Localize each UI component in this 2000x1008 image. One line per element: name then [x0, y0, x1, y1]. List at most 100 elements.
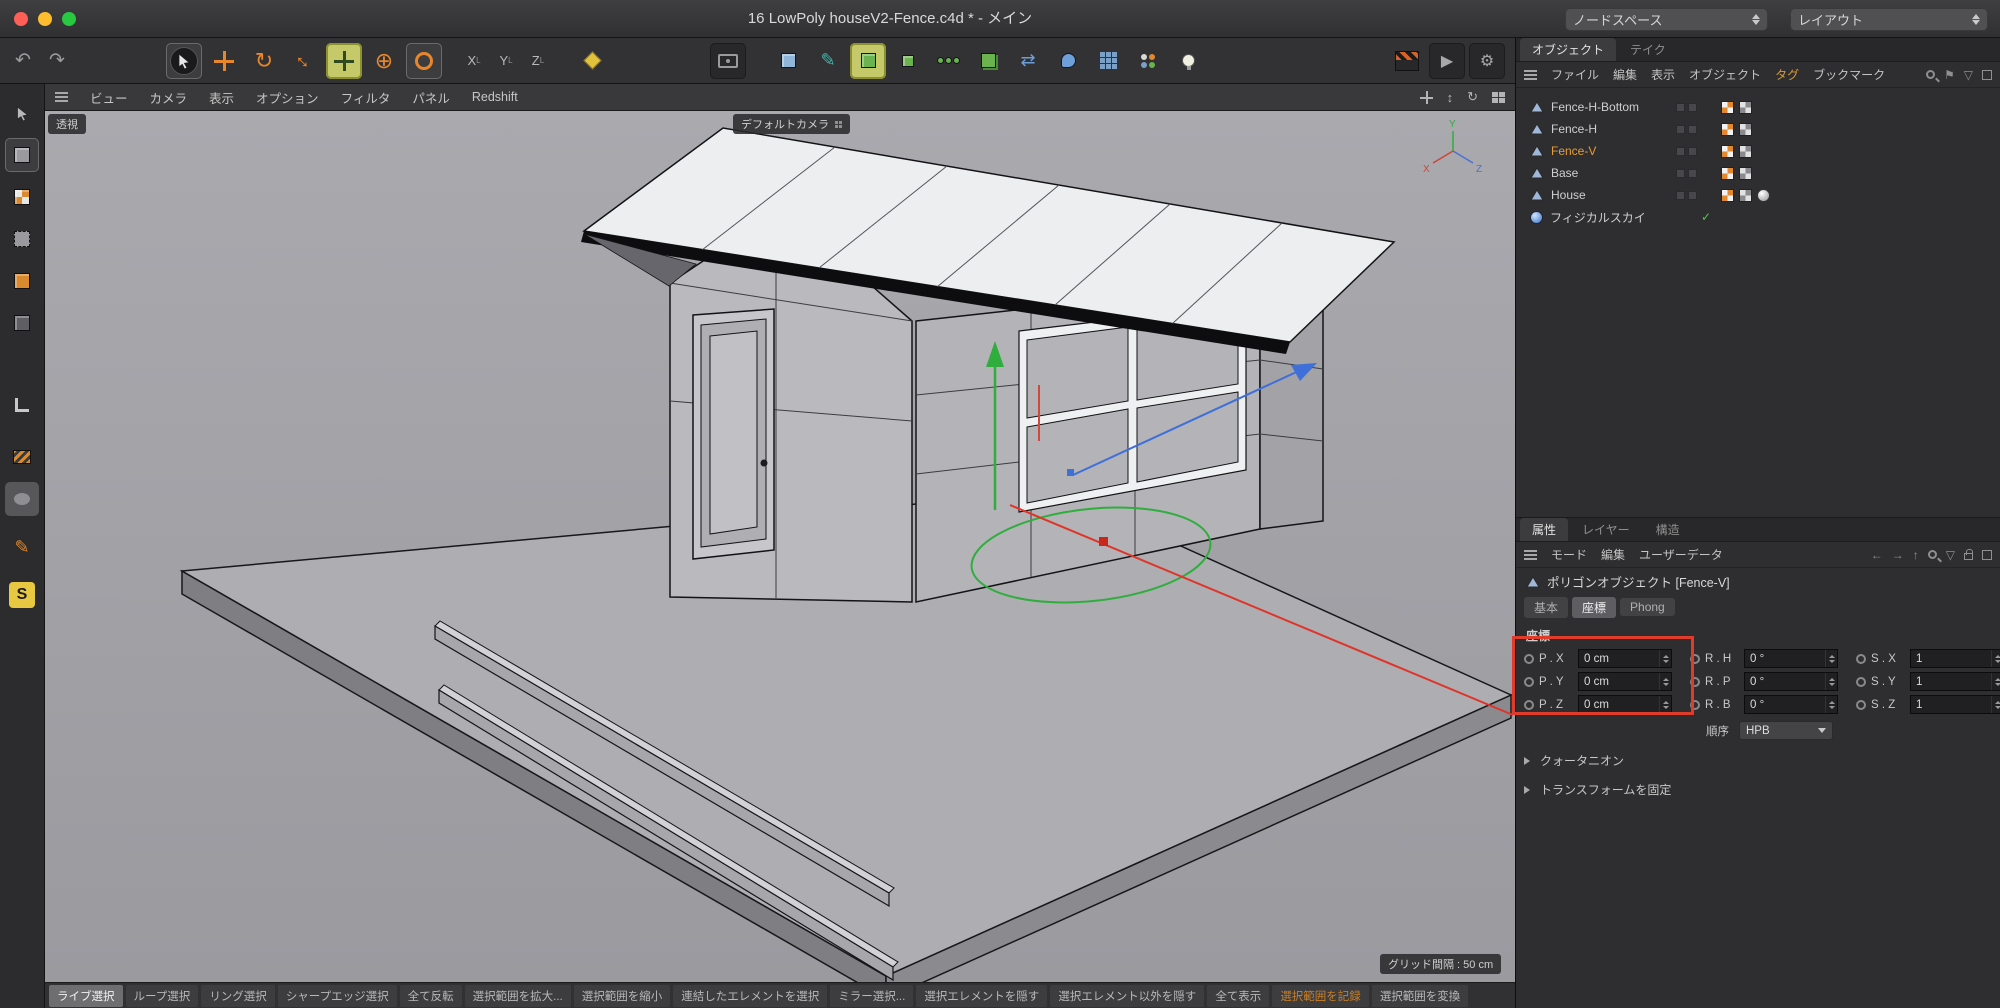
- modeling-cluster-button[interactable]: [930, 43, 966, 79]
- parent-up-icon[interactable]: ↑: [1913, 548, 1919, 562]
- stepper-icon[interactable]: [1825, 673, 1837, 690]
- fields-button[interactable]: ⇄: [1010, 43, 1046, 79]
- tag-icons[interactable]: [1721, 167, 1752, 180]
- cmd-loop-selection[interactable]: ループ選択: [126, 985, 199, 1007]
- om-menu-edit[interactable]: 編集: [1613, 66, 1637, 83]
- object-row-physical-sky[interactable]: フィジカルスカイ ✓: [1516, 206, 2000, 228]
- stepper-icon[interactable]: [1659, 673, 1671, 690]
- dolly-view-icon[interactable]: ↕: [1447, 90, 1454, 105]
- sel-tag-icon[interactable]: [1739, 145, 1752, 158]
- visibility-dots[interactable]: [1676, 191, 1697, 200]
- search-icon[interactable]: [1928, 550, 1937, 559]
- tab-structure[interactable]: 構造: [1644, 518, 1692, 541]
- material-tag-icon[interactable]: [1757, 189, 1770, 202]
- vp-menu-filter[interactable]: フィルタ: [341, 88, 391, 107]
- enabled-check-icon[interactable]: ✓: [1701, 210, 1711, 224]
- keyframe-circle-icon[interactable]: [1524, 700, 1534, 710]
- uvw-tag-icon[interactable]: [1721, 123, 1734, 136]
- cmd-hide-unselected[interactable]: 選択エレメント以外を隠す: [1050, 985, 1204, 1007]
- generator-button[interactable]: [890, 43, 926, 79]
- cmd-sharp-edge-selection[interactable]: シャープエッジ選択: [278, 985, 397, 1007]
- camera-badge-handle-icon[interactable]: [835, 121, 842, 128]
- om-menu-tags[interactable]: タグ: [1775, 66, 1799, 83]
- y-axis-lock-button[interactable]: YL: [492, 47, 520, 75]
- cmd-show-all[interactable]: 全て表示: [1207, 985, 1269, 1007]
- tab-takes[interactable]: テイク: [1618, 38, 1678, 61]
- uvw-tag-icon[interactable]: [1721, 101, 1734, 114]
- cmd-live-selection[interactable]: ライブ選択: [49, 985, 123, 1007]
- rotation-order-select[interactable]: HPB: [1739, 721, 1833, 740]
- vp-menu-display[interactable]: 表示: [209, 88, 234, 107]
- sel-tag-icon[interactable]: [1739, 167, 1752, 180]
- stepper-icon[interactable]: [1659, 696, 1671, 713]
- visibility-dots[interactable]: [1676, 169, 1697, 178]
- keyframe-circle-icon[interactable]: [1690, 654, 1700, 664]
- spline-pen-button[interactable]: ✎: [810, 43, 846, 79]
- viewport-canvas[interactable]: Y X Z 透視 デフォルトカメラ グリッド間隔 : 50 cm: [45, 111, 1515, 982]
- visibility-dots[interactable]: [1676, 103, 1697, 112]
- cmd-convert-selection[interactable]: 選択範囲を変換: [1372, 985, 1469, 1007]
- subtab-coordinates[interactable]: 座標: [1572, 597, 1616, 618]
- object-row-house[interactable]: House: [1516, 184, 2000, 206]
- live-selection-tool-button[interactable]: [166, 43, 202, 79]
- cmd-hide-selected[interactable]: 選択エレメントを隠す: [916, 985, 1047, 1007]
- toggle-views-icon[interactable]: [1492, 92, 1505, 103]
- model-mode-button[interactable]: [5, 96, 39, 130]
- filter-icon[interactable]: ▽: [1946, 548, 1955, 562]
- point-mode-button[interactable]: [5, 222, 39, 256]
- camera-badge[interactable]: デフォルトカメラ: [733, 114, 850, 134]
- render-settings-button[interactable]: [1389, 43, 1425, 79]
- rh-input[interactable]: 0 °: [1744, 649, 1838, 668]
- render-play-button[interactable]: ▶: [1429, 43, 1465, 79]
- close-window-button[interactable]: [14, 12, 28, 26]
- om-menu-objects[interactable]: オブジェクト: [1689, 66, 1761, 83]
- substance-button[interactable]: S: [5, 578, 39, 612]
- active-move-tool-button[interactable]: [326, 43, 362, 79]
- search-icon[interactable]: [1926, 70, 1935, 79]
- object-row-fence-h[interactable]: Fence-H: [1516, 118, 2000, 140]
- cmd-record-selection[interactable]: 選択範囲を記録: [1272, 985, 1369, 1007]
- keyframe-circle-icon[interactable]: [1690, 677, 1700, 687]
- subtab-phong[interactable]: Phong: [1620, 598, 1675, 616]
- keyframe-circle-icon[interactable]: [1524, 677, 1534, 687]
- rotate-view-icon[interactable]: ↻: [1467, 89, 1478, 105]
- sel-tag-icon[interactable]: [1739, 101, 1752, 114]
- zoom-window-button[interactable]: [62, 12, 76, 26]
- tag-icons[interactable]: [1721, 189, 1770, 202]
- uv-mode-button[interactable]: [5, 440, 39, 474]
- object-row-fence-h-bottom[interactable]: Fence-H-Bottom: [1516, 96, 2000, 118]
- stepper-icon[interactable]: [1825, 696, 1837, 713]
- keyframe-circle-icon[interactable]: [1690, 700, 1700, 710]
- sy-input[interactable]: 1: [1910, 672, 2000, 691]
- attr-menu-mode[interactable]: モード: [1551, 546, 1587, 563]
- attr-menu-edit[interactable]: 編集: [1601, 546, 1625, 563]
- snap-ring-tool-button[interactable]: [406, 43, 442, 79]
- tab-objects[interactable]: オブジェクト: [1520, 38, 1616, 61]
- om-menu-view[interactable]: 表示: [1651, 66, 1675, 83]
- sel-tag-icon[interactable]: [1739, 123, 1752, 136]
- flag-icon[interactable]: ⚑: [1944, 68, 1955, 82]
- om-menu-file[interactable]: ファイル: [1551, 66, 1599, 83]
- z-axis-lock-button[interactable]: ZL: [524, 47, 552, 75]
- scale-tool-button[interactable]: ↔: [286, 43, 322, 79]
- attr-menu-icon[interactable]: [1524, 550, 1537, 560]
- light-button[interactable]: [1170, 43, 1206, 79]
- px-input[interactable]: 0 cm: [1578, 649, 1672, 668]
- cmd-grow-selection[interactable]: 選択範囲を拡大...: [465, 985, 571, 1007]
- vp-menu-view[interactable]: ビュー: [90, 88, 128, 107]
- subtab-basic[interactable]: 基本: [1524, 597, 1568, 618]
- object-row-fence-v[interactable]: Fence-V: [1516, 140, 2000, 162]
- axis-mode-button[interactable]: [5, 388, 39, 422]
- cmd-invert-all[interactable]: 全て反転: [400, 985, 462, 1007]
- stepper-icon[interactable]: [1659, 650, 1671, 667]
- freeze-transform-fold[interactable]: トランスフォームを固定: [1524, 781, 2000, 798]
- cloner-grid-button[interactable]: [1090, 43, 1126, 79]
- keyframe-circle-icon[interactable]: [1524, 654, 1534, 664]
- undo-button[interactable]: ↶: [8, 49, 38, 72]
- cmd-select-connected[interactable]: 連結したエレメントを選択: [673, 985, 827, 1007]
- coordinate-system-button[interactable]: ⊕: [366, 43, 402, 79]
- visibility-dots[interactable]: [1676, 147, 1697, 156]
- new-panel-icon[interactable]: [1982, 550, 1992, 560]
- keyframe-circle-icon[interactable]: [1856, 700, 1866, 710]
- edge-mode-button[interactable]: [5, 264, 39, 298]
